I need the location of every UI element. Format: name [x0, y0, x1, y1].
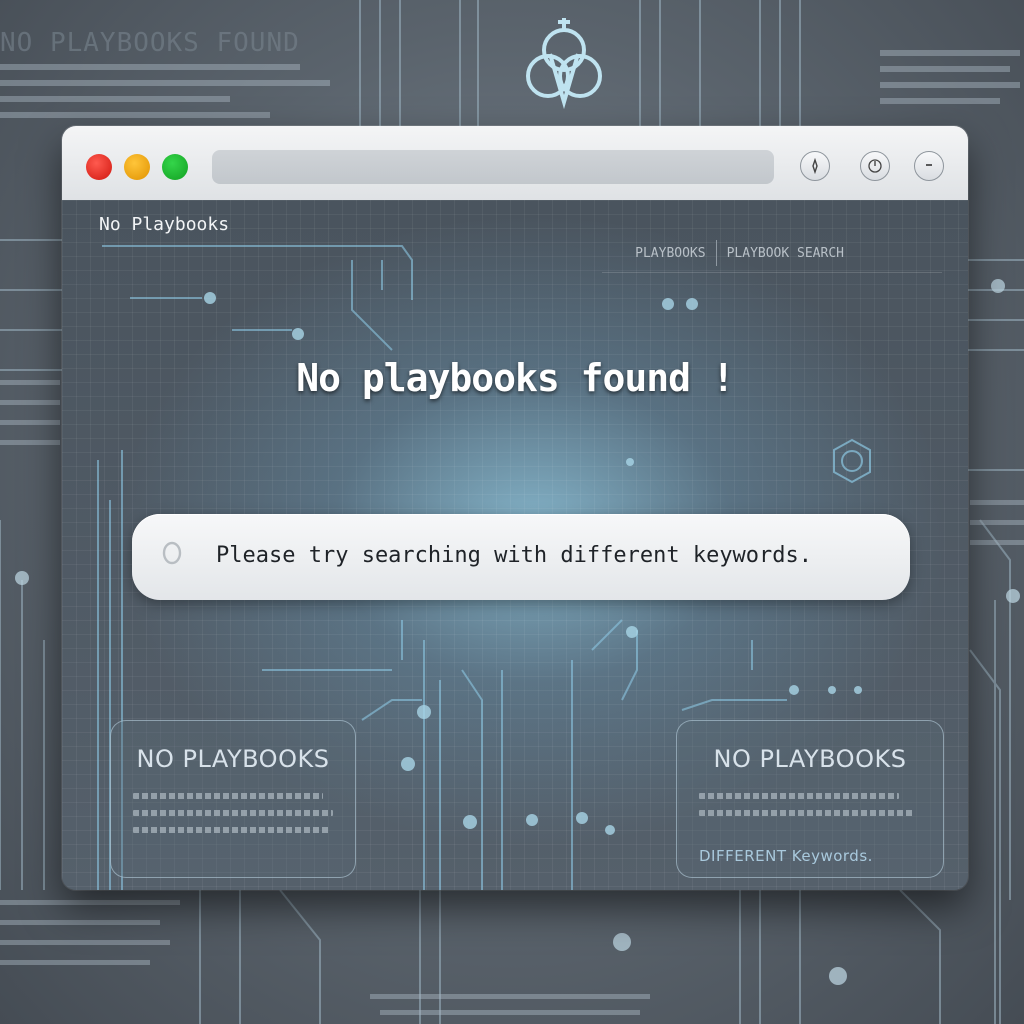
title-bar: [62, 126, 968, 201]
biohazard-icon: [526, 18, 602, 110]
card-title: NO PLAYBOOKS: [713, 745, 907, 773]
address-bar[interactable]: [212, 150, 774, 184]
dropdown-icon: [926, 164, 932, 166]
dropdown-button[interactable]: [914, 151, 944, 181]
empty-state-headline: No playbooks found !: [296, 356, 735, 400]
card-placeholder-text: [699, 793, 913, 827]
compass-icon: [812, 158, 818, 174]
close-button[interactable]: [86, 154, 112, 180]
top-nav: PLAYBOOKS PLAYBOOK SEARCH: [635, 240, 844, 266]
search-message: Please try searching with different keyw…: [216, 543, 813, 568]
nav-item-playbook-search[interactable]: PLAYBOOK SEARCH: [727, 246, 844, 261]
clock-icon: [868, 159, 882, 173]
empty-card-left: NO PLAYBOOKS: [110, 720, 356, 878]
card-footer: DIFFERENT Keywords.: [699, 847, 873, 865]
minimize-button[interactable]: [124, 154, 150, 180]
search-icon: [162, 541, 182, 565]
nav-divider: [715, 240, 717, 266]
card-placeholder-text: [133, 793, 333, 844]
page-content: No Playbooks PLAYBOOKS PLAYBOOK SEARCH N…: [62, 200, 968, 890]
browser-window: No Playbooks PLAYBOOKS PLAYBOOK SEARCH N…: [62, 126, 968, 890]
empty-card-right: NO PLAYBOOKS DIFFERENT Keywords.: [676, 720, 944, 878]
page-title: No Playbooks: [99, 214, 230, 235]
nav-underline: [602, 272, 942, 273]
search-message-box[interactable]: Please try searching with different keyw…: [132, 514, 910, 600]
compass-button[interactable]: [800, 151, 830, 181]
clock-button[interactable]: [860, 151, 890, 181]
background-heading: NO PLAYBOOKS FOUND: [0, 28, 300, 58]
zoom-button[interactable]: [162, 154, 188, 180]
card-title: NO PLAYBOOKS: [136, 745, 330, 773]
nav-item-playbooks[interactable]: PLAYBOOKS: [635, 246, 705, 261]
